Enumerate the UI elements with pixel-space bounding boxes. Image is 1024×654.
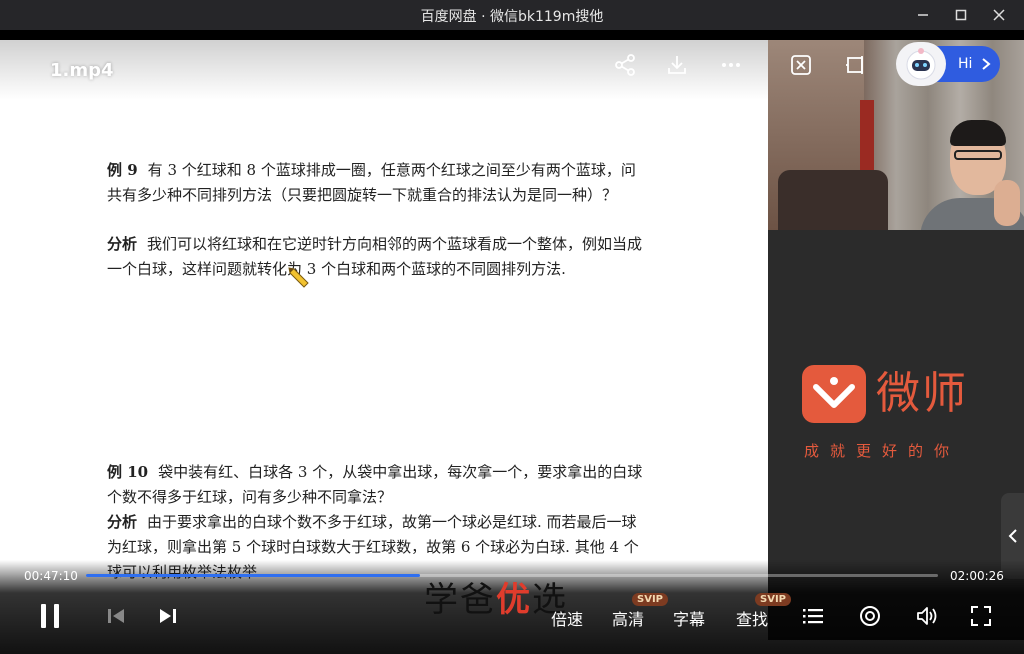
volume-button[interactable]	[914, 600, 940, 632]
quality-button[interactable]: 高清	[612, 606, 644, 630]
chevron-left-icon	[1008, 529, 1017, 543]
close-button[interactable]	[980, 0, 1018, 30]
download-icon	[668, 56, 686, 74]
chevron-right-icon	[982, 58, 991, 70]
subtitles-button[interactable]: 字幕	[673, 606, 705, 630]
example-10: 例 10 袋中装有红、白球各 3 个，从袋中拿出球，每次拿一个，要求拿出的白球个数…	[107, 460, 647, 510]
more-icon	[722, 63, 740, 67]
analysis-9-label: 分析	[107, 235, 138, 253]
assistant-avatar-icon[interactable]	[896, 42, 946, 86]
share-button[interactable]	[612, 52, 638, 78]
brand-slogan: 成就更好的你	[804, 442, 961, 460]
screenshot-icon	[791, 55, 811, 75]
pause-icon	[41, 604, 59, 628]
minimize-icon	[918, 14, 928, 16]
share-icon	[615, 54, 635, 76]
brand-logo-icon	[802, 365, 866, 423]
document-page: 例 9有 3 个红球和 8 个蓝球排成一圈，任意两个红球之间至少有两个蓝球，问共…	[0, 40, 768, 640]
example-9-text: 有 3 个红球和 8 个蓝球排成一圈，任意两个红球之间至少有两个蓝球，问共有多少…	[107, 161, 636, 204]
speed-button[interactable]: 倍速	[551, 606, 583, 630]
file-name: 1.mp4	[50, 60, 114, 81]
assistant-label: Hi	[958, 56, 973, 72]
example-10-text: 袋中装有红、白球各 3 个，从袋中拿出球，每次拿一个，要求拿出的白球个数不得多于…	[107, 463, 643, 506]
watermark-part2: 优	[496, 580, 532, 620]
next-icon	[160, 609, 176, 623]
pencil-icon	[288, 267, 309, 288]
download-button[interactable]	[664, 52, 690, 78]
example-10-label: 例 10	[107, 463, 149, 481]
svip-badge-search: SVIP	[755, 593, 791, 606]
volume-icon	[917, 607, 937, 625]
maximize-icon	[955, 9, 967, 21]
example-9: 例 9有 3 个红球和 8 个蓝球排成一圈，任意两个红球之间至少有两个蓝球，问共…	[107, 158, 647, 208]
screenshot-button[interactable]	[788, 52, 814, 78]
settings-button[interactable]	[857, 600, 883, 632]
minimize-button[interactable]	[904, 0, 942, 30]
fullscreen-icon	[971, 606, 991, 626]
analysis-9: 分析 我们可以将红球和在它逆时针方向相邻的两个蓝球看成一个整体，例如当成一个白球，…	[107, 232, 647, 282]
svip-badge-quality: SVIP	[632, 593, 668, 606]
top-shade	[0, 40, 768, 100]
progress-fill	[86, 574, 420, 577]
close-icon	[993, 9, 1005, 21]
example-9-label: 例 9	[107, 161, 138, 179]
window-controls	[904, 0, 1018, 30]
pause-button[interactable]	[36, 600, 64, 632]
watermark: 学爸优选	[424, 572, 568, 621]
previous-button[interactable]	[104, 600, 128, 632]
picture-in-picture-icon	[846, 56, 863, 74]
brand-name: 微师	[876, 368, 968, 419]
analysis-10-label: 分析	[107, 513, 138, 531]
watermark-part1: 学爸	[424, 580, 496, 620]
more-button[interactable]	[718, 52, 744, 78]
next-button[interactable]	[156, 600, 180, 632]
pip-button[interactable]	[842, 52, 868, 78]
title-bar: 百度网盘 · 微信bk119m搜他	[0, 0, 1024, 30]
current-time: 00:47:10	[24, 569, 78, 583]
settings-icon	[860, 606, 880, 626]
previous-icon	[108, 609, 124, 623]
window-title: 百度网盘 · 微信bk119m搜他	[420, 9, 604, 25]
playlist-icon	[803, 609, 823, 624]
maximize-button[interactable]	[942, 0, 980, 30]
analysis-9-text: 我们可以将红球和在它逆时针方向相邻的两个蓝球看成一个整体，例如当成一个白球，这样…	[107, 235, 643, 278]
total-time: 02:00:26	[950, 569, 1004, 583]
fullscreen-button[interactable]	[968, 600, 994, 632]
search-button[interactable]: 查找	[736, 606, 768, 630]
playlist-button[interactable]	[800, 600, 826, 632]
